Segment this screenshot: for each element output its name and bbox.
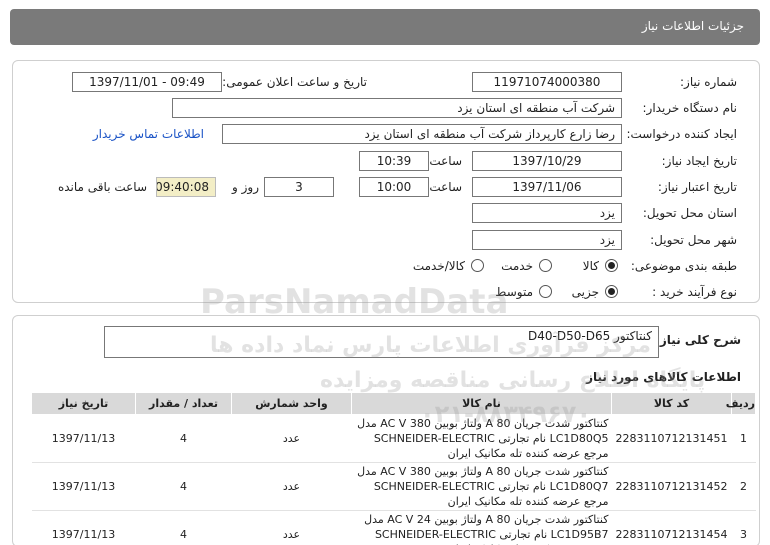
item-unit: عدد xyxy=(231,510,352,545)
page-header: جزئیات اطلاعات نیاز xyxy=(10,9,760,45)
table-row: 2 2283110712131452 کنتاکتور شدت جریان 80… xyxy=(31,462,756,511)
items-table: ردیف کد کالا نام کالا واحد شمارش تعداد /… xyxy=(31,392,756,545)
process-medium-label: متوسط xyxy=(495,285,533,299)
announce-date-label: تاریخ و ساعت اعلان عمومی: xyxy=(222,75,367,89)
buyer-label: نام دستگاه خریدار: xyxy=(642,101,738,115)
items-panel: شرح کلی نیاز: کنتاکتور D40-D50-D65 اطلاع… xyxy=(12,315,760,545)
table-row: 1 2283110712131451 کنتاکتور شدت جریان 80… xyxy=(31,414,756,463)
col-date: تاریخ نیاز xyxy=(31,392,136,415)
announce-date-field: 1397/11/01 - 09:49 xyxy=(72,72,222,92)
remaining-time-field: 09:40:08 xyxy=(156,177,216,197)
col-qty: تعداد / مقدار xyxy=(135,392,232,415)
need-details-panel: شماره نیاز: 11971074000380 تاریخ و ساعت … xyxy=(12,60,760,303)
category-label: طبقه بندی موضوعی: xyxy=(630,259,737,273)
process-medium-radio[interactable] xyxy=(539,285,552,298)
item-name: کنتاکتور شدت جریان 80 A ولتاژ بوبین 380 … xyxy=(351,462,612,511)
days-field: 3 xyxy=(264,177,334,197)
creator-field: رضا زارع کارپرداز شرکت آب منطقه ای استان… xyxy=(222,124,622,144)
item-unit: عدد xyxy=(231,414,352,463)
category-goods-radio[interactable] xyxy=(605,259,618,272)
item-code: 2283110712131451 xyxy=(611,414,732,463)
item-date: 1397/11/13 xyxy=(31,414,136,463)
row-number: 3 xyxy=(731,510,756,545)
item-unit: عدد xyxy=(231,462,352,511)
city-label: شهر محل تحویل: xyxy=(650,233,737,247)
item-code: 2283110712131452 xyxy=(611,462,732,511)
summary-label: شرح کلی نیاز: xyxy=(655,333,741,347)
item-qty: 4 xyxy=(135,510,232,545)
col-unit: واحد شمارش xyxy=(231,392,352,415)
creator-label: ایجاد کننده درخواست: xyxy=(626,127,737,141)
need-number-field: 11971074000380 xyxy=(472,72,622,92)
province-label: استان محل تحویل: xyxy=(642,206,737,220)
valid-date-label: تاریخ اعتبار نیاز: xyxy=(657,180,737,194)
item-qty: 4 xyxy=(135,462,232,511)
page-title: جزئیات اطلاعات نیاز xyxy=(641,19,744,33)
category-service-radio[interactable] xyxy=(539,259,552,272)
process-minor-radio[interactable] xyxy=(605,285,618,298)
row-number: 1 xyxy=(731,414,756,463)
item-name: کنتاکتور شدت جریان 80 A ولتاژ بوبین 24 A… xyxy=(351,510,612,545)
item-date: 1397/11/13 xyxy=(31,510,136,545)
remaining-label: ساعت باقی مانده xyxy=(57,180,147,194)
items-section-title: اطلاعات کالاهای مورد نیاز xyxy=(586,370,741,384)
buyer-field: شرکت آب منطقه ای استان یزد xyxy=(172,98,622,118)
col-name: نام کالا xyxy=(351,392,612,415)
buyer-contact-link[interactable]: اطلاعات تماس خریدار xyxy=(93,127,204,141)
row-number: 2 xyxy=(731,462,756,511)
item-code: 2283110712131454 xyxy=(611,510,732,545)
table-row: 3 2283110712131454 کنتاکتور شدت جریان 80… xyxy=(31,510,756,545)
category-service-label: خدمت xyxy=(501,259,533,273)
items-table-header: ردیف کد کالا نام کالا واحد شمارش تعداد /… xyxy=(31,392,756,415)
item-date: 1397/11/13 xyxy=(31,462,136,511)
days-label: روز و xyxy=(232,180,259,194)
province-field: یزد xyxy=(472,203,622,223)
valid-time-label: ساعت xyxy=(429,180,462,194)
summary-field: کنتاکتور D40-D50-D65 xyxy=(104,326,659,358)
need-number-label: شماره نیاز: xyxy=(680,75,737,89)
created-date-field: 1397/10/29 xyxy=(472,151,622,171)
city-field: یزد xyxy=(472,230,622,250)
created-time-field: 10:39 xyxy=(359,151,429,171)
valid-date-field: 1397/11/06 xyxy=(472,177,622,197)
category-goods-service-radio[interactable] xyxy=(471,259,484,272)
item-name: کنتاکتور شدت جریان 80 A ولتاژ بوبین 380 … xyxy=(351,414,612,463)
created-date-label: تاریخ ایجاد نیاز: xyxy=(661,154,737,168)
category-goods-service-label: کالا/خدمت xyxy=(412,259,465,273)
col-code: کد کالا xyxy=(611,392,732,415)
category-goods-label: کالا xyxy=(582,259,599,273)
col-row: ردیف xyxy=(726,392,756,415)
process-minor-label: جزیی xyxy=(571,285,599,299)
process-type-label: نوع فرآیند خرید : xyxy=(652,285,737,299)
valid-time-field: 10:00 xyxy=(359,177,429,197)
item-qty: 4 xyxy=(135,414,232,463)
created-time-label: ساعت xyxy=(429,154,462,168)
